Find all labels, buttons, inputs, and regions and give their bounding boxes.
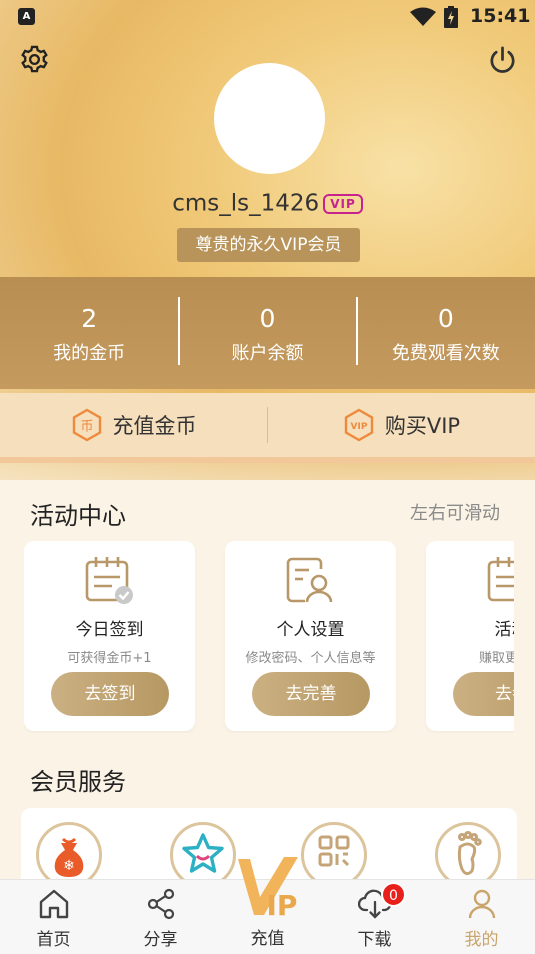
- tab-mine[interactable]: 我的: [428, 880, 535, 954]
- activity-card-events[interactable]: 活动 赚取更多的 去参: [426, 541, 514, 731]
- vip-badge: VIP: [323, 193, 363, 214]
- stat-coins[interactable]: 2 我的金币: [0, 277, 178, 389]
- svg-text:IP: IP: [267, 889, 298, 922]
- download-count-badge: 0: [381, 882, 406, 907]
- card-title: 个人设置: [276, 620, 345, 640]
- activity-card-checkin[interactable]: 今日签到 可获得金币+1 去签到: [24, 541, 195, 731]
- activity-scroll-hint: 左右可滑动: [410, 503, 500, 524]
- stat-divider: [178, 297, 180, 365]
- tab-home[interactable]: 首页: [0, 880, 107, 954]
- stat-free-views-label: 免费观看次数: [391, 343, 500, 364]
- card-title: 活动: [494, 620, 515, 640]
- calendar-list-icon: [487, 557, 514, 602]
- status-time: 15:41: [470, 5, 531, 27]
- stat-balance-value: 0: [259, 304, 276, 333]
- tab-share[interactable]: 分享: [107, 880, 214, 954]
- vip-recharge-icon[interactable]: IP: [236, 853, 302, 923]
- share-icon: [147, 888, 175, 920]
- card-subtitle: 修改密码、个人信息等: [245, 651, 376, 666]
- buy-vip-button[interactable]: VIP 购买VIP: [268, 393, 535, 457]
- checkin-button[interactable]: 去签到: [51, 672, 169, 716]
- home-icon: [39, 889, 69, 919]
- buy-vip-label: 购买VIP: [384, 414, 461, 438]
- stat-coins-value: 2: [81, 304, 98, 333]
- vip-status-label: 尊贵的永久VIP会员: [177, 228, 360, 262]
- username-row: cms_ls_1426 VIP: [0, 190, 535, 217]
- card-title: 今日签到: [75, 620, 144, 640]
- complete-profile-button[interactable]: 去完善: [252, 672, 370, 716]
- user-avatar[interactable]: [214, 63, 325, 174]
- battery-icon: [444, 6, 458, 28]
- user-icon: [468, 889, 496, 919]
- coin-hexagon-icon: 币: [72, 408, 101, 442]
- stat-coins-label: 我的金币: [53, 343, 126, 364]
- profile-card-icon: [286, 557, 333, 603]
- stat-divider: [356, 297, 358, 365]
- svg-text:❄: ❄: [63, 858, 75, 874]
- activity-card-profile[interactable]: 个人设置 修改密码、个人信息等 去完善: [225, 541, 396, 731]
- logout-power-icon[interactable]: [487, 44, 518, 75]
- vip-hexagon-icon: VIP: [344, 408, 374, 442]
- tab-label: 下载: [357, 930, 392, 950]
- calendar-check-icon: [85, 557, 133, 604]
- username: cms_ls_1426: [172, 190, 320, 217]
- wifi-icon: [410, 7, 436, 26]
- recharge-row: 币 充值金币 VIP 购买VIP: [0, 393, 535, 463]
- status-bar: A 15:41: [0, 0, 535, 34]
- card-subtitle: 可获得金币+1: [67, 651, 152, 666]
- card-subtitle: 赚取更多的: [478, 651, 514, 666]
- activity-cards[interactable]: 今日签到 可获得金币+1 去签到 个人设置 修改密码、个人信息等 去完善 活动 …: [24, 541, 514, 733]
- tab-label: 分享: [143, 930, 178, 950]
- settings-gear-icon[interactable]: [19, 44, 50, 75]
- svg-text:币: 币: [80, 420, 93, 435]
- recharge-coins-button[interactable]: 币 充值金币: [0, 393, 267, 457]
- join-activity-button[interactable]: 去参: [453, 672, 514, 716]
- stat-free-views-value: 0: [437, 304, 454, 333]
- stat-balance-label: 账户余额: [231, 343, 304, 364]
- recharge-coins-label: 充值金币: [112, 414, 197, 438]
- tab-label: 首页: [36, 930, 71, 950]
- tab-label: 我的: [464, 930, 499, 950]
- stat-free-views[interactable]: 0 免费观看次数: [357, 277, 535, 389]
- svg-text:VIP: VIP: [350, 422, 367, 432]
- member-services-title: 会员服务: [30, 768, 126, 796]
- activity-title: 活动中心: [30, 502, 126, 530]
- account-stats: 2 我的金币 0 账户余额 0 免费观看次数: [0, 277, 535, 389]
- tab-download[interactable]: 下载: [321, 880, 428, 954]
- app-notification-icon: A: [18, 8, 35, 25]
- tab-label: 充值: [250, 929, 285, 949]
- stat-balance[interactable]: 0 账户余额: [178, 277, 356, 389]
